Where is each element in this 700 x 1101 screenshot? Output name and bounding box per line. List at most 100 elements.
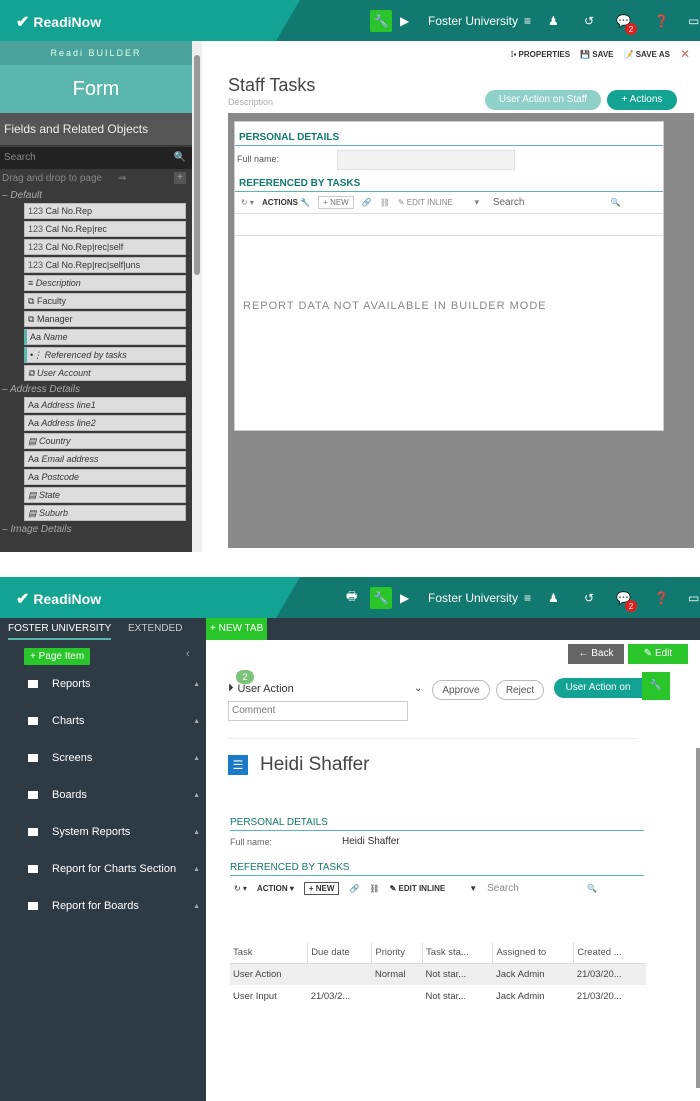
refresh-icon[interactable]: ↻ ▾ [241,198,254,207]
approve-button[interactable]: Approve [432,680,490,700]
column-task-status[interactable]: Task sta... [422,943,493,964]
field-suburb[interactable]: ▤ Suburb [24,505,186,521]
filter-icon[interactable]: ▼ [473,198,481,207]
actions-button[interactable]: + Actions [607,90,677,110]
collapse-icon[interactable]: ‹ [186,648,190,660]
window-icon[interactable]: ▭ [688,0,699,41]
user-action-selector[interactable]: ⏵ User Action [228,682,294,695]
builder-wrench-button[interactable]: 🔧 [370,587,392,609]
form-canvas-area: PERSONAL DETAILS Full name: REFERENCED B… [228,113,694,548]
actions-menu[interactable]: ACTIONS 🔧 [262,198,310,207]
run-icon[interactable]: ▶ [400,0,409,41]
run-icon[interactable]: ▶ [400,577,409,618]
field-cal-no-rep-rec-self-uns[interactable]: 123 Cal No.Rep|rec|self|uns [24,257,186,273]
report-search-input[interactable]: Search [493,197,603,208]
field-address-line2[interactable]: Aa Address line2 [24,415,186,431]
group-image-details[interactable]: – Image Details [0,523,192,537]
back-button[interactable]: ← Back [568,644,624,664]
refresh-icon[interactable]: ↻ ▾ [234,884,247,893]
configure-wrench-button[interactable]: 🔧 [642,672,670,700]
nav-item-reports[interactable]: Reports ▲ [28,674,200,694]
save-as-button[interactable]: 📝 SAVE AS [624,50,670,59]
user-action-on-staff-button[interactable]: User Action on Staff [485,90,601,110]
readinow-logo[interactable]: ✔ ReadiNow [16,589,101,609]
save-button[interactable]: 💾 SAVE [580,50,613,59]
field-cal-no-rep-rec-self[interactable]: 123 Cal No.Rep|rec|self [24,239,186,255]
field-faculty[interactable]: ⧉ Faculty [24,293,186,309]
tenant-menu[interactable]: Foster University ≡ [428,0,531,41]
properties-button[interactable]: ⁞▪ PROPERTIES [511,50,570,59]
nav-item-boards[interactable]: Boards ▲ [28,785,200,805]
nav-item-charts[interactable]: Charts ▲ [28,711,200,731]
readinow-logo[interactable]: ✔ ReadiNow [16,12,101,32]
nav-item-system-reports[interactable]: System Reports ▲ [28,822,200,842]
new-button[interactable]: + NEW [318,196,354,209]
history-icon[interactable]: ↺ [584,0,594,41]
form-name[interactable]: Staff Tasks [228,75,315,96]
column-due-date[interactable]: Due date [307,943,372,964]
add-field-button[interactable]: + [174,172,186,184]
field-cal-no-rep[interactable]: 123 Cal No.Rep [24,203,186,219]
column-assigned-to[interactable]: Assigned to [492,943,574,964]
field-postcode[interactable]: Aa Postcode [24,469,186,485]
field-name[interactable]: Aa Name [24,329,186,345]
help-icon[interactable]: ❓ [654,577,669,618]
user-action-on-button[interactable]: User Action on [554,678,642,698]
sidebar-scrollbar[interactable] [192,41,202,552]
group-default[interactable]: – Default [0,189,192,203]
reject-button[interactable]: Reject [496,680,544,700]
full-name-input[interactable] [337,150,515,170]
form-container[interactable]: PERSONAL DETAILS Full name: REFERENCED B… [234,121,664,431]
link-icon[interactable]: 🔗 [349,884,359,893]
help-icon[interactable]: ❓ [654,0,669,41]
report-search-input[interactable]: Search [487,883,577,894]
field-referenced-by-tasks[interactable]: •⋮ Referenced by tasks [24,347,186,363]
column-priority[interactable]: Priority [371,943,423,964]
edit-inline-button[interactable]: ✎ EDIT INLINE [390,884,446,893]
column-task[interactable]: Task [230,943,308,964]
user-icon[interactable]: ♟ [548,0,559,41]
table-row[interactable]: User Input 21/03/2... Not star... Jack A… [230,985,646,1007]
unlink-icon[interactable]: ⛓ [369,884,379,893]
new-tab-button[interactable]: + NEW TAB [206,618,268,640]
nav-item-screens[interactable]: Screens ▲ [28,748,200,768]
wrench-icon: 🔧 [300,198,311,207]
field-user-account[interactable]: ⧉ User Account [24,365,186,381]
chevron-down-icon[interactable]: ⌄ [414,683,422,694]
user-icon[interactable]: ♟ [548,577,559,618]
field-cal-no-rep-rec[interactable]: 123 Cal No.Rep|rec [24,221,186,237]
tenant-menu[interactable]: Foster University ≡ [428,577,531,618]
tab-extended[interactable]: EXTENDED [128,618,182,640]
messages-icon[interactable]: 💬 2 [616,577,637,618]
field-description[interactable]: ≡ Description [24,275,186,291]
table-row[interactable]: User Action Normal Not star... Jack Admi… [230,963,646,985]
nav-item-report-for-charts-section[interactable]: Report for Charts Section ▲ [28,859,200,879]
print-icon[interactable]: 🖶 [346,577,357,618]
new-button[interactable]: + NEW [303,881,340,895]
filter-icon[interactable]: ▼ [469,884,477,893]
field-state[interactable]: ▤ State [24,487,186,503]
edit-inline-button[interactable]: ✎ EDIT INLINE [398,198,453,207]
fields-search-input[interactable]: Search 🔍 [0,147,192,169]
page-item-button[interactable]: + Page Item [24,648,91,665]
column-created[interactable]: Created ... [573,943,646,964]
messages-icon[interactable]: 💬 2 [616,0,637,41]
unlink-icon[interactable]: ⛓ [380,198,390,207]
field-email-address[interactable]: Aa Email address [24,451,186,467]
group-address-details[interactable]: – Address Details [0,383,192,397]
builder-wrench-button[interactable]: 🔧 [370,10,392,32]
tab-foster-university[interactable]: FOSTER UNIVERSITY [8,618,112,640]
edit-button[interactable]: ✎ Edit [628,644,688,664]
field-country[interactable]: ▤ Country [24,433,186,449]
action-menu[interactable]: ACTION ▾ [257,884,294,893]
close-icon[interactable]: ✕ [680,47,690,61]
field-manager[interactable]: ⧉ Manager [24,311,186,327]
history-icon[interactable]: ↺ [584,577,594,618]
comment-input[interactable]: Comment [228,701,408,721]
link-icon[interactable]: 🔗 [362,198,372,207]
window-icon[interactable]: ▭ [688,577,699,618]
page-scrollbar[interactable] [696,748,700,1088]
field-address-line1[interactable]: Aa Address line1 [24,397,186,413]
form-description[interactable]: Description [228,97,273,107]
nav-item-report-for-boards[interactable]: Report for Boards ▲ [28,896,200,916]
